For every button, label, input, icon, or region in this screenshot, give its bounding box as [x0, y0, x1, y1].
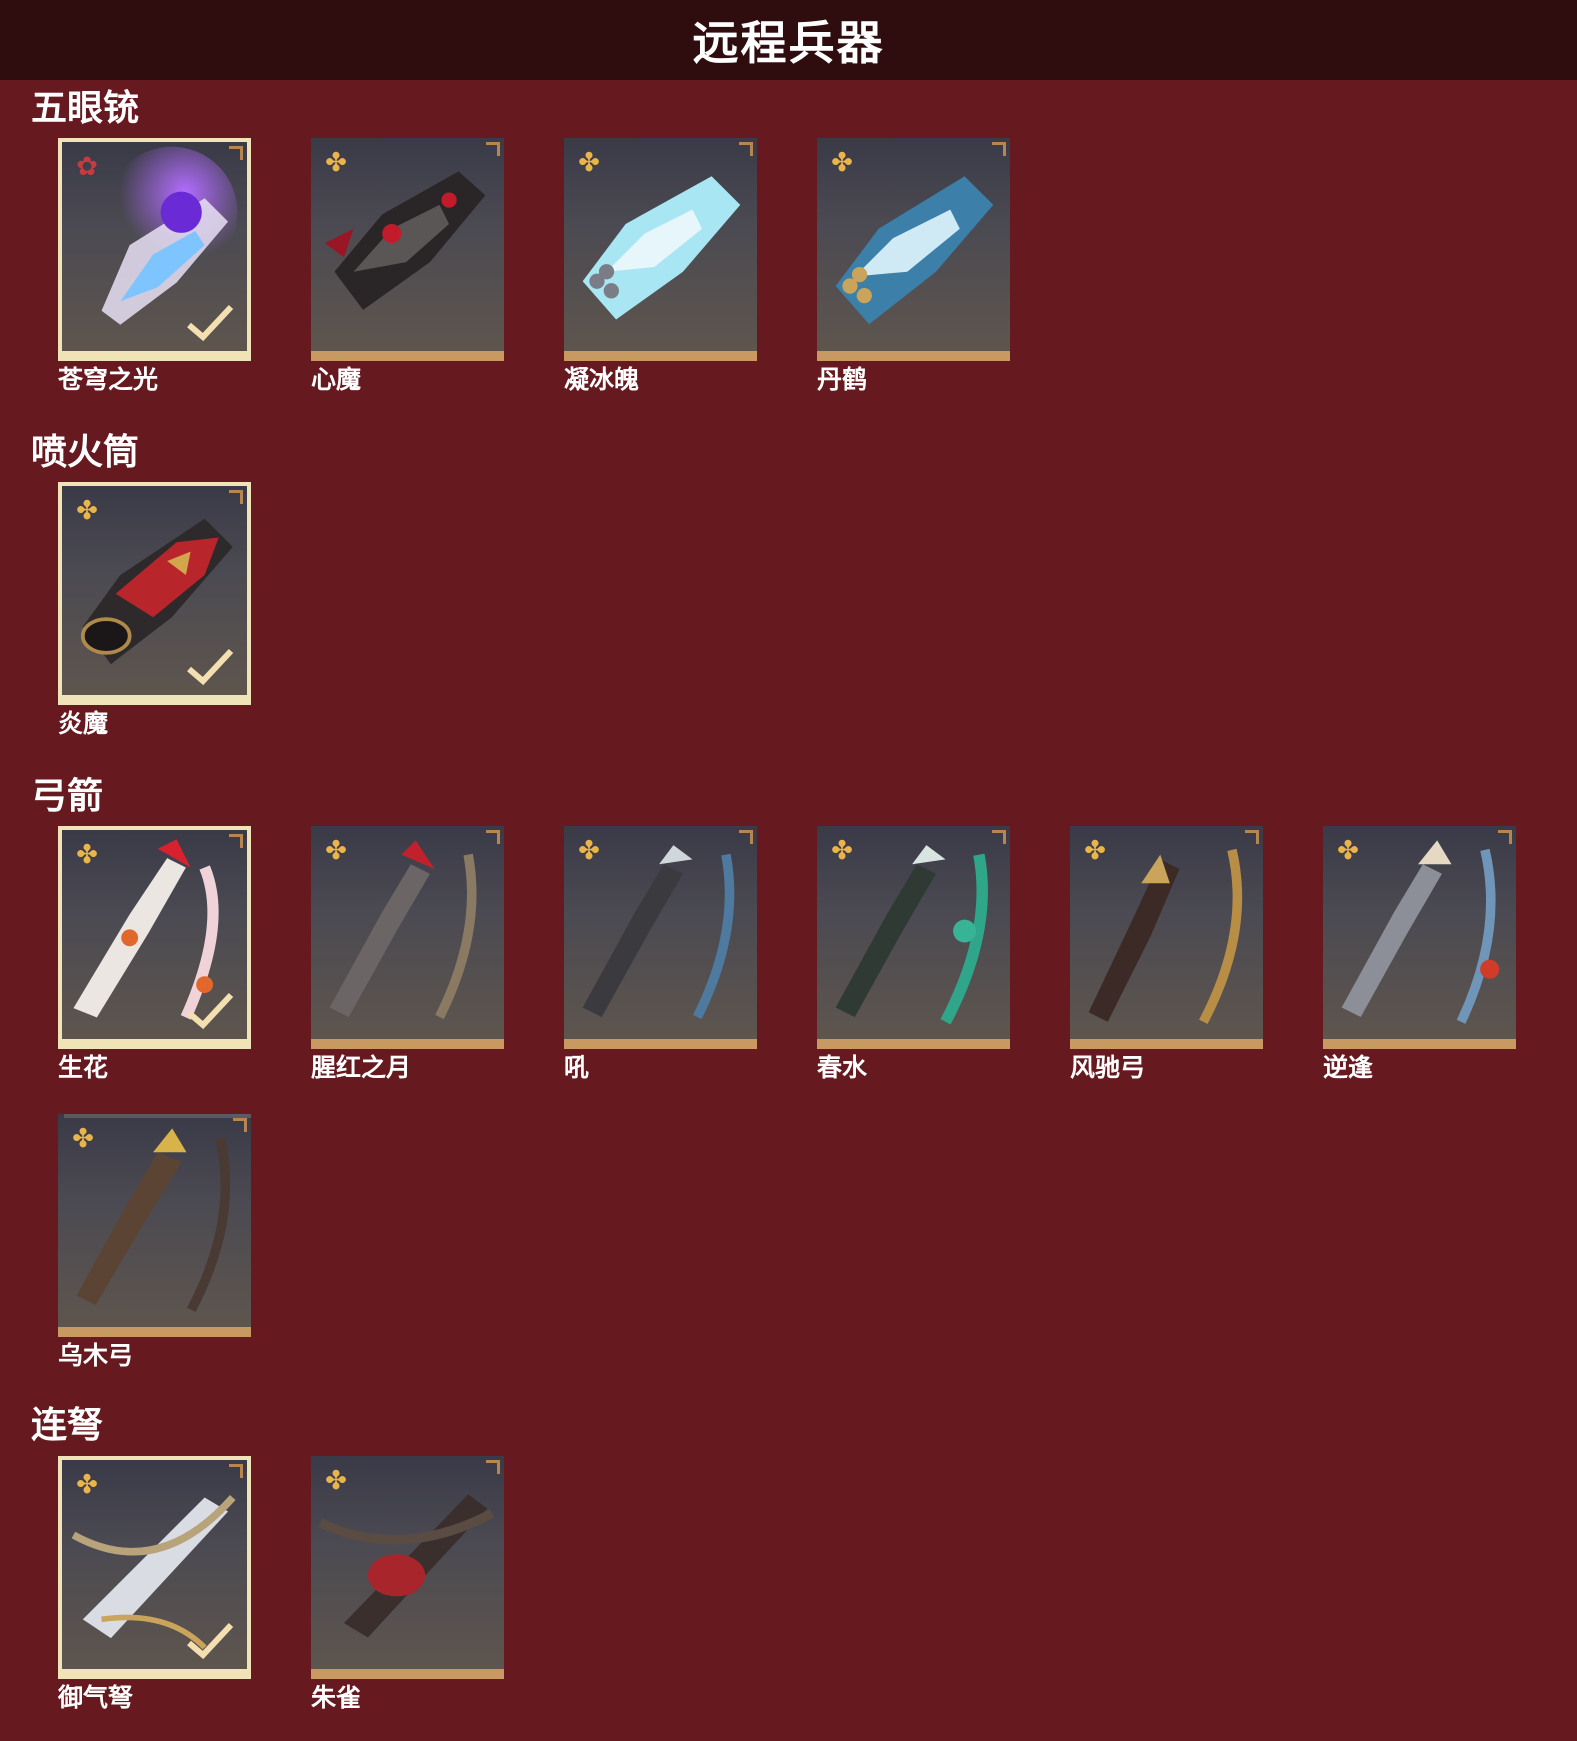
page-header: 远程兵器: [0, 0, 1577, 80]
corner-tag-icon: [1498, 830, 1512, 844]
weapon-tile[interactable]: ✤: [817, 826, 1010, 1049]
weapon-label: 逆逢: [1323, 1053, 1374, 1082]
check-icon: [187, 304, 234, 342]
gold-flower-icon: ✤: [325, 148, 347, 178]
weapon-tile[interactable]: ✤: [311, 138, 504, 361]
gold-flower-icon: ✤: [76, 1470, 98, 1500]
gold-flower-icon: ✤: [578, 836, 600, 866]
corner-tag-icon: [1245, 830, 1259, 844]
weapon-tile[interactable]: ✤: [58, 826, 251, 1049]
weapon-card-yanmo[interactable]: ✤ 炎魔: [58, 482, 251, 739]
gold-flower-icon: ✤: [831, 836, 853, 866]
weapon-card-shenghua[interactable]: ✤ 生花: [58, 826, 251, 1083]
corner-tag-icon: [229, 490, 243, 504]
weapon-tile[interactable]: ✤: [58, 1456, 251, 1679]
section-title-liannu: 连弩: [31, 1405, 104, 1446]
weapon-tile[interactable]: ✤: [58, 482, 251, 705]
weapon-label: 丹鹤: [817, 365, 868, 394]
weapon-card-yuqinu[interactable]: ✤ 御气弩: [58, 1456, 251, 1713]
weapon-card-fengchigong[interactable]: ✤ 风驰弓: [1070, 826, 1263, 1083]
corner-tag-icon: [229, 1464, 243, 1478]
corner-tag-icon: [739, 830, 753, 844]
gold-flower-icon: ✤: [1337, 836, 1359, 866]
red-flower-icon: ✿: [76, 152, 98, 182]
weapon-label: 春水: [817, 1053, 868, 1082]
section-title-wuyanchong: 五眼铳: [31, 88, 140, 129]
gold-flower-icon: ✤: [72, 1124, 94, 1154]
weapon-card-nifeng[interactable]: ✤ 逆逢: [1323, 826, 1516, 1083]
corner-tag-icon: [233, 1118, 247, 1132]
corner-tag-icon: [229, 146, 243, 160]
weapon-label: 御气弩: [58, 1683, 134, 1712]
corner-tag-icon: [486, 142, 500, 156]
section-title-gongjian: 弓箭: [31, 776, 104, 817]
weapon-card-xinmo[interactable]: ✤ 心魔: [311, 138, 504, 395]
weapon-label: 风驰弓: [1070, 1053, 1146, 1082]
weapon-tile[interactable]: ✤: [58, 1114, 251, 1337]
weapon-card-chunshui[interactable]: ✤ 春水: [817, 826, 1010, 1083]
weapon-label: 苍穹之光: [58, 365, 159, 394]
section-title-penhuotong: 喷火筒: [31, 432, 140, 473]
gold-flower-icon: ✤: [578, 148, 600, 178]
weapon-label: 朱雀: [311, 1683, 362, 1712]
weapon-tile[interactable]: ✤: [564, 826, 757, 1049]
weapon-label: 乌木弓: [58, 1341, 134, 1370]
gold-flower-icon: ✤: [831, 148, 853, 178]
weapon-tile[interactable]: ✤: [564, 138, 757, 361]
gold-flower-icon: ✤: [325, 836, 347, 866]
gold-flower-icon: ✤: [1084, 836, 1106, 866]
gold-flower-icon: ✤: [76, 840, 98, 870]
check-icon: [187, 992, 234, 1030]
weapon-tile[interactable]: ✿: [58, 138, 251, 361]
weapon-tile[interactable]: ✤: [817, 138, 1010, 361]
weapon-label: 生花: [58, 1053, 109, 1082]
corner-tag-icon: [992, 142, 1006, 156]
weapon-card-ningbingpo[interactable]: ✤ 凝冰魄: [564, 138, 757, 395]
weapon-label: 炎魔: [58, 709, 109, 738]
gold-flower-icon: ✤: [76, 496, 98, 526]
corner-tag-icon: [229, 834, 243, 848]
check-icon: [187, 648, 234, 686]
corner-tag-icon: [992, 830, 1006, 844]
corner-tag-icon: [486, 830, 500, 844]
weapon-card-xinghongzhiyue[interactable]: ✤ 腥红之月: [311, 826, 504, 1083]
weapon-tile[interactable]: ✤: [311, 1456, 504, 1679]
weapon-card-danhe[interactable]: ✤ 丹鹤: [817, 138, 1010, 395]
gold-flower-icon: ✤: [325, 1466, 347, 1496]
weapon-card-cangqiong[interactable]: ✿ 苍穹之光: [58, 138, 251, 395]
corner-tag-icon: [739, 142, 753, 156]
weapon-label: 心魔: [311, 365, 362, 394]
weapon-label: 凝冰魄: [564, 365, 640, 394]
corner-tag-icon: [486, 1460, 500, 1474]
weapon-card-zhuque[interactable]: ✤ 朱雀: [311, 1456, 504, 1713]
weapon-label: 吼: [564, 1053, 590, 1082]
weapon-card-hou[interactable]: ✤ 吼: [564, 826, 757, 1083]
weapon-tile[interactable]: ✤: [1070, 826, 1263, 1049]
weapon-tile[interactable]: ✤: [1323, 826, 1516, 1049]
page-title: 远程兵器: [692, 16, 885, 70]
check-icon: [187, 1622, 234, 1660]
weapon-label: 腥红之月: [311, 1053, 412, 1082]
weapon-tile[interactable]: ✤: [311, 826, 504, 1049]
weapon-card-wumugong[interactable]: ✤ 乌木弓: [58, 1114, 251, 1371]
